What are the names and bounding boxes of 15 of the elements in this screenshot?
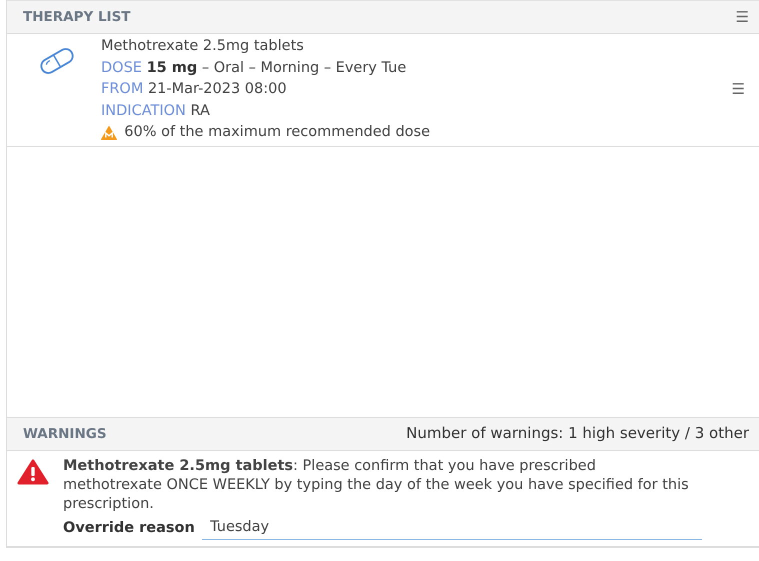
warning-icon — [17, 458, 49, 485]
override-reason-field[interactable]: Tuesday — [202, 517, 702, 540]
row-menu-icon[interactable]: ☰ — [732, 82, 745, 98]
indication-line: INDICATION RA — [101, 102, 211, 120]
start-date-line: FROM 21-Mar-2023 08:00 — [101, 80, 288, 99]
menu-icon[interactable]: ☰ — [736, 10, 749, 24]
panel-title: THERAPY LIST — [23, 8, 132, 27]
panel-title: WARNINGS — [23, 424, 108, 444]
override-label: Override reason — [63, 518, 195, 538]
dose-line: DOSE 15 mg – Oral – Morning – Every Tue — [101, 58, 408, 78]
dose-alert-text: 60% of the maximum recommended dose — [124, 123, 430, 142]
warning-summary: Number of warnings: 1 high severity / 3 other — [406, 423, 749, 444]
warning-message: Methotrexate 2.5mg tablets: Please confirm that you have prescribed methotrexate ONCE WEEKLY by typing the day of the week you have specified for this prescription. — [63, 456, 690, 514]
medication-alert-icon — [101, 126, 117, 140]
medication-name: Methotrexate 2.5mg tablets — [101, 37, 305, 56]
